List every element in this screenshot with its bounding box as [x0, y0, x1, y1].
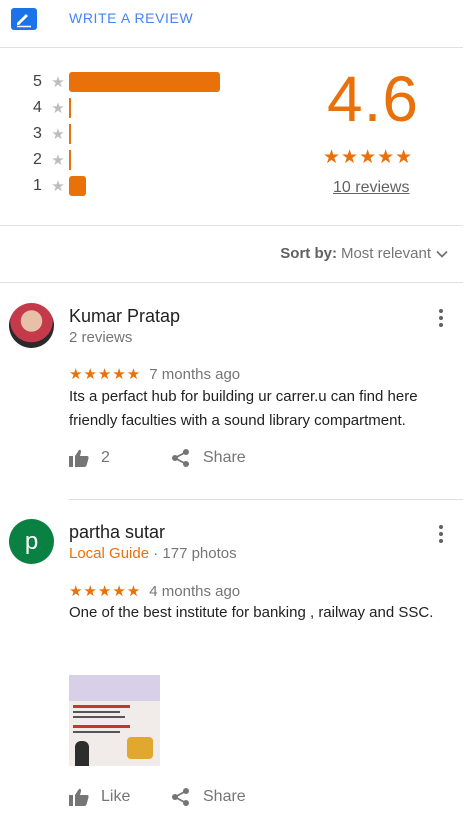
average-stars: ★★★★★ — [323, 147, 414, 168]
divider — [0, 47, 463, 48]
review-stars: ★★★★★ — [69, 366, 142, 383]
star-icon: ★ — [51, 100, 65, 117]
divider — [0, 225, 463, 226]
local-guide-badge: Local Guide — [69, 545, 150, 562]
histogram-row-4: 4 ★ — [33, 98, 71, 118]
star-icon: ★ — [51, 152, 65, 169]
author-meta: Local Guide · 177 photos — [69, 545, 237, 562]
avatar[interactable] — [9, 303, 54, 348]
sort-dropdown[interactable]: Sort by: Most relevant — [280, 245, 449, 262]
review-author[interactable]: Kumar Pratap — [69, 306, 180, 327]
review-rating: ★★★★★ 4 months ago — [69, 582, 241, 601]
histogram-row-5: 5 ★ — [33, 72, 220, 92]
histogram-bar — [69, 124, 71, 144]
author-review-count: 2 reviews — [69, 329, 133, 346]
write-review-icon[interactable] — [11, 8, 37, 30]
photo-count: · 177 photos — [153, 545, 237, 562]
review-stars: ★★★★★ — [69, 583, 142, 600]
histogram-bar — [69, 150, 71, 170]
review-photo[interactable] — [69, 675, 160, 766]
more-options-icon[interactable] — [439, 525, 443, 546]
share-label: Share — [203, 788, 246, 805]
review-author[interactable]: partha sutar — [69, 522, 165, 543]
like-button[interactable]: Like — [69, 788, 130, 806]
share-label: Share — [203, 449, 246, 466]
review-rating: ★★★★★ 7 months ago — [69, 365, 241, 384]
review-text: Its a perfact hub for building ur carrer… — [69, 388, 418, 429]
share-button[interactable]: Share — [171, 787, 246, 807]
like-label: Like — [101, 788, 131, 805]
histogram-row-2: 2 ★ — [33, 150, 71, 170]
more-options-icon[interactable] — [439, 309, 443, 330]
write-review-button[interactable]: WRITE A REVIEW — [69, 10, 193, 26]
review-time: 4 months ago — [149, 582, 241, 600]
histogram-bar — [69, 72, 220, 92]
histogram-row-3: 3 ★ — [33, 124, 71, 144]
sort-label: Sort by: — [280, 245, 337, 262]
star-icon: ★ — [51, 126, 65, 143]
histogram-bar — [69, 176, 86, 196]
share-icon — [172, 449, 189, 467]
star-icon: ★ — [51, 178, 65, 195]
divider — [69, 499, 463, 500]
divider — [0, 282, 463, 283]
reviews-count-link[interactable]: 10 reviews — [333, 179, 409, 197]
review-time: 7 months ago — [149, 365, 241, 383]
star-icon: ★ — [51, 74, 65, 91]
review-text: One of the best institute for banking , … — [69, 604, 434, 621]
thumbs-up-icon — [69, 788, 89, 806]
like-count: 2 — [101, 449, 110, 466]
histogram-row-1: 1 ★ — [33, 176, 86, 196]
share-button[interactable]: Share — [171, 448, 246, 468]
avatar[interactable]: p — [9, 519, 54, 564]
thumbs-up-icon — [69, 449, 89, 467]
average-rating: 4.6 — [327, 63, 419, 135]
like-button[interactable]: 2 — [69, 449, 110, 467]
chevron-down-icon — [436, 250, 448, 258]
histogram-bar — [69, 98, 71, 118]
share-icon — [172, 788, 189, 806]
sort-value: Most relevant — [340, 245, 431, 262]
